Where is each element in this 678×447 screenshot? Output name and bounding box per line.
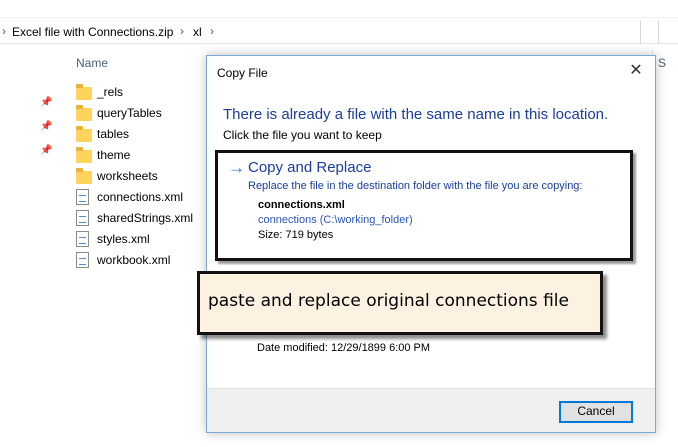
file-name: workbook.xml xyxy=(97,253,171,267)
cancel-button[interactable]: Cancel xyxy=(559,401,633,423)
refresh-button[interactable] xyxy=(658,20,678,44)
xml-file-icon xyxy=(76,252,92,268)
list-item[interactable]: sharedStrings.xml xyxy=(76,208,193,228)
column-header-size[interactable]: S xyxy=(658,56,666,70)
dialog-title: Copy File xyxy=(217,66,268,80)
xml-file-icon xyxy=(76,189,92,205)
list-item[interactable]: tables xyxy=(76,124,129,144)
file-name: tables xyxy=(97,127,130,141)
copy-and-replace-option[interactable]: → Copy and Replace Replace the file in t… xyxy=(215,150,633,261)
address-divider xyxy=(640,20,641,44)
close-icon[interactable]: ✕ xyxy=(627,62,645,80)
list-item[interactable]: worksheets xyxy=(76,166,158,186)
date-modified: Date modified: 12/29/1899 6:00 PM xyxy=(257,342,431,354)
list-item[interactable]: queryTables xyxy=(76,103,162,123)
xml-file-icon xyxy=(76,210,92,226)
file-name: queryTables xyxy=(97,106,162,120)
navigation-pane: 📌 📌 📌 xyxy=(0,44,60,447)
file-name: theme xyxy=(97,148,131,162)
arrow-right-icon: → xyxy=(228,158,245,177)
option-description: Replace the file in the destination fold… xyxy=(248,180,583,192)
annotation-callout: paste and replace original connections f… xyxy=(197,271,603,335)
option-file-size: Size: 719 bytes xyxy=(258,229,334,241)
folder-icon xyxy=(76,84,92,100)
callout-text: paste and replace original connections f… xyxy=(208,291,569,311)
breadcrumb-separator: › xyxy=(210,24,214,38)
folder-icon xyxy=(76,168,92,184)
file-name: worksheets xyxy=(97,169,158,183)
folder-icon xyxy=(76,105,92,121)
file-name: sharedStrings.xml xyxy=(97,211,194,225)
breadcrumb-item-xl[interactable]: xl xyxy=(193,25,202,39)
list-item[interactable]: workbook.xml xyxy=(76,250,170,270)
option-file-name: connections.xml xyxy=(258,199,345,211)
copy-file-dialog: Copy File ✕ There is already a file with… xyxy=(206,55,656,433)
pin-icon[interactable]: 📌 xyxy=(40,121,52,133)
list-item[interactable]: _rels xyxy=(76,82,123,102)
breadcrumb-item-zip[interactable]: Excel file with Connections.zip xyxy=(12,25,173,39)
pin-icon[interactable]: 📌 xyxy=(40,97,52,109)
file-name: styles.xml xyxy=(97,232,150,246)
dialog-heading: There is already a file with the same na… xyxy=(223,106,609,123)
xml-file-icon xyxy=(76,231,92,247)
option-title: Copy and Replace xyxy=(248,159,372,176)
option-file-location: connections (C:\working_folder) xyxy=(258,214,413,226)
breadcrumb-separator: › xyxy=(2,24,6,38)
window-top-strip xyxy=(0,0,678,18)
dialog-subheading: Click the file you want to keep xyxy=(223,128,382,142)
list-item[interactable]: connections.xml xyxy=(76,187,183,207)
list-item[interactable]: theme xyxy=(76,145,130,165)
folder-icon xyxy=(76,126,92,142)
dialog-footer: Cancel xyxy=(207,388,655,432)
list-item[interactable]: styles.xml xyxy=(76,229,150,249)
address-bar[interactable]: › Excel file with Connections.zip › xl › xyxy=(0,20,678,44)
file-name: connections.xml xyxy=(97,190,184,204)
breadcrumb-separator: › xyxy=(180,24,184,38)
folder-icon xyxy=(76,147,92,163)
column-header-name[interactable]: Name xyxy=(76,56,108,70)
pin-icon[interactable]: 📌 xyxy=(40,145,52,157)
file-name: _rels xyxy=(97,85,124,99)
